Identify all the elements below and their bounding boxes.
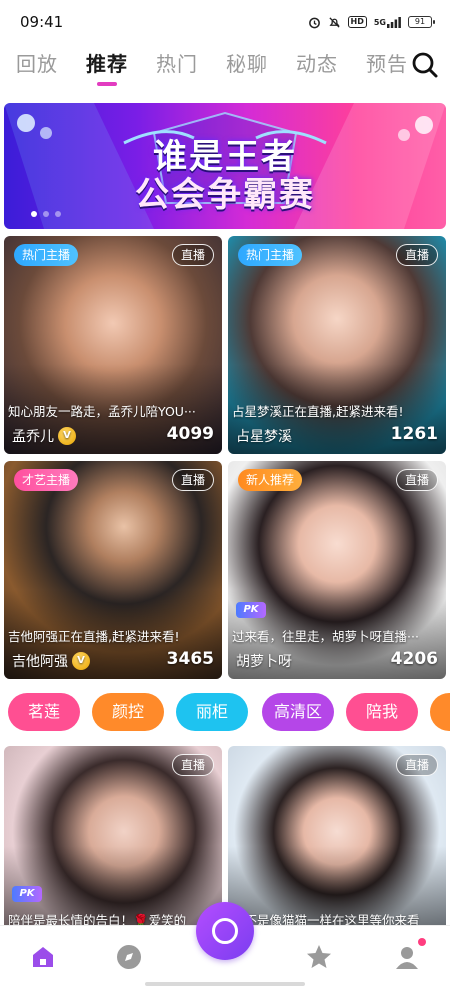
live-badge: 直播 — [171, 754, 214, 776]
star-icon[interactable] — [302, 940, 336, 974]
search-icon[interactable] — [410, 50, 440, 80]
stream-card[interactable]: 直播 恋不是像猫猫一样在这里等你来看 — [228, 746, 446, 936]
signal-icon: 5G — [373, 16, 401, 28]
banner-title-line2: 公会争霸赛 — [135, 175, 315, 215]
streamer-name-text: 孟乔儿 — [12, 429, 54, 445]
active-tab-indicator — [97, 82, 117, 86]
banner-pagination — [31, 211, 61, 217]
streamer-name: 孟乔儿 V — [12, 426, 76, 446]
live-badge: 直播 — [395, 244, 438, 266]
top-tabs: 回放 推荐 热门 秘聊 动态 预告 — [0, 48, 450, 88]
battery-level: 91 — [414, 17, 426, 26]
streamer-name-text: 胡萝卜呀 — [236, 654, 292, 670]
stream-caption: 过来看，往里走，胡萝卜呀直播··· — [232, 629, 419, 644]
category-tag: 才艺主播 — [14, 469, 79, 491]
category-pills: 茗莲 颜控 丽柜 高清区 陪我 — [0, 693, 450, 733]
viewer-count: 3465 — [166, 649, 214, 669]
category-tag: 新人推荐 — [238, 469, 303, 491]
pill-category[interactable]: 高清区 — [262, 693, 334, 731]
banner-dot — [55, 211, 61, 217]
category-tag: 热门主播 — [238, 244, 303, 266]
stream-caption: 知心朋友一路走，孟乔儿陪YOU··· — [8, 404, 196, 419]
pill-category-partial[interactable] — [430, 693, 450, 731]
live-badge: 直播 — [171, 469, 214, 491]
tab-private-chat[interactable]: 秘聊 — [226, 48, 268, 77]
viewer-count: 1261 — [390, 424, 438, 444]
notification-dot — [418, 938, 426, 946]
verified-badge-icon: V — [72, 652, 90, 670]
viewer-count: 4206 — [390, 649, 438, 669]
promo-banner[interactable]: 谁是王者 公会争霸赛 — [4, 103, 446, 229]
tab-recommend[interactable]: 推荐 — [86, 48, 128, 77]
live-badge: 直播 — [395, 469, 438, 491]
home-indicator — [145, 982, 305, 986]
status-icons: HD 5G 91 — [308, 16, 435, 29]
compass-icon[interactable] — [112, 940, 146, 974]
tab-hot[interactable]: 热门 — [156, 48, 198, 77]
stream-card[interactable]: 直播 PK 陪伴是最长情的告白！🌹爱笑的 — [4, 746, 222, 936]
battery-icon: 91 — [408, 16, 435, 28]
verified-badge-icon: V — [58, 427, 76, 445]
banner-dot — [43, 211, 49, 217]
streamer-name: 占星梦溪 — [236, 426, 292, 446]
viewer-count: 4099 — [166, 424, 214, 444]
status-bar: 09:41 HD 5G 91 — [0, 0, 450, 44]
streamer-name: 吉他阿强 V — [12, 651, 90, 671]
profile-icon[interactable] — [390, 938, 426, 974]
live-badge: 直播 — [171, 244, 214, 266]
stream-card[interactable]: 才艺主播 直播 吉他阿强正在直播,赶紧进来看! 吉他阿强 V 3465 — [4, 461, 222, 679]
stream-caption: 占星梦溪正在直播,赶紧进来看! — [232, 404, 404, 419]
stream-caption: 吉他阿强正在直播,赶紧进来看! — [8, 629, 180, 644]
stream-card[interactable]: 热门主播 直播 知心朋友一路走，孟乔儿陪YOU··· 孟乔儿 V 4099 — [4, 236, 222, 454]
tab-replay[interactable]: 回放 — [16, 48, 58, 77]
pk-badge: PK — [12, 886, 42, 902]
status-time: 09:41 — [20, 13, 64, 31]
live-badge: 直播 — [395, 754, 438, 776]
tab-preview[interactable]: 预告 — [366, 48, 408, 77]
pill-category[interactable]: 陪我 — [346, 693, 418, 731]
category-tag: 热门主播 — [14, 244, 79, 266]
streamer-name-text: 吉他阿强 — [12, 654, 68, 670]
bottom-nav — [0, 902, 450, 989]
live-center-icon[interactable] — [196, 902, 254, 960]
pk-badge: PK — [236, 602, 266, 618]
tab-moments[interactable]: 动态 — [296, 48, 338, 77]
stream-card[interactable]: 热门主播 直播 占星梦溪正在直播,赶紧进来看! 占星梦溪 1261 — [228, 236, 446, 454]
hd-icon: HD — [347, 16, 367, 28]
network-label: 5G — [373, 17, 386, 27]
pill-category[interactable]: 丽柜 — [176, 693, 248, 731]
alarm-icon — [308, 16, 321, 29]
stream-card[interactable]: 新人推荐 直播 PK 过来看，往里走，胡萝卜呀直播··· 胡萝卜呀 4206 — [228, 461, 446, 679]
mute-icon — [328, 16, 341, 29]
banner-dot — [31, 211, 37, 217]
home-icon[interactable] — [26, 940, 60, 974]
pill-category[interactable]: 茗莲 — [8, 693, 80, 731]
streamer-name-text: 占星梦溪 — [236, 429, 292, 445]
pill-category[interactable]: 颜控 — [92, 693, 164, 731]
streamer-name: 胡萝卜呀 — [236, 651, 292, 671]
